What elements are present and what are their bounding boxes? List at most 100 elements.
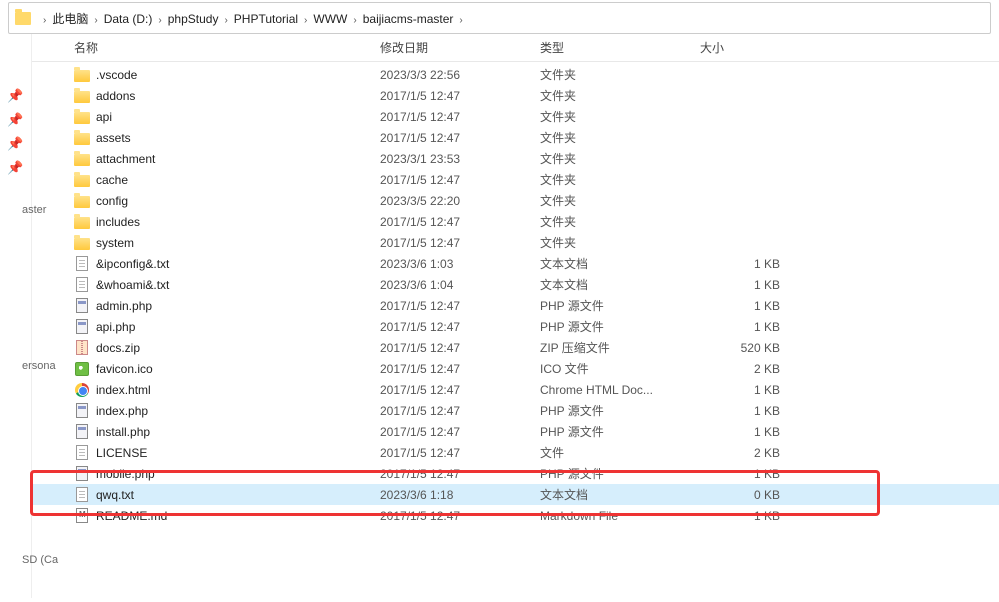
file-name: admin.php	[96, 299, 380, 313]
column-header-type[interactable]: 类型	[540, 39, 700, 56]
pin-icon: 📌	[0, 156, 31, 180]
folder-row[interactable]: includes2017/1/5 12:47文件夹	[32, 211, 999, 232]
file-row[interactable]: &ipconfig&.txt2023/3/6 1:03文本文档1 KB	[32, 253, 999, 274]
file-row[interactable]: install.php2017/1/5 12:47PHP 源文件1 KB	[32, 421, 999, 442]
column-header-name[interactable]: 名称	[74, 39, 380, 56]
file-date: 2023/3/6 1:03	[380, 257, 540, 271]
file-row[interactable]: LICENSE2017/1/5 12:47文件2 KB	[32, 442, 999, 463]
file-name: index.html	[96, 383, 380, 397]
file-row[interactable]: admin.php2017/1/5 12:47PHP 源文件1 KB	[32, 295, 999, 316]
file-date: 2017/1/5 12:47	[380, 404, 540, 418]
file-type: PHP 源文件	[540, 402, 700, 419]
file-name: index.php	[96, 404, 380, 418]
breadcrumb-separator-icon[interactable]: ›	[88, 15, 103, 26]
file-name: assets	[96, 131, 380, 145]
breadcrumb: ›此电脑›Data (D:)›phpStudy›PHPTutorial›WWW›…	[37, 10, 469, 27]
text-icon	[74, 445, 90, 461]
php-icon	[74, 466, 90, 482]
file-name: api.php	[96, 320, 380, 334]
column-header-date[interactable]: 修改日期	[380, 39, 540, 56]
file-type: 文件夹	[540, 192, 700, 209]
breadcrumb-item[interactable]: Data (D:)	[104, 12, 153, 26]
breadcrumb-item[interactable]: baijiacms-master	[363, 12, 454, 26]
file-size: 1 KB	[700, 425, 800, 439]
breadcrumb-separator-icon[interactable]: ›	[152, 15, 167, 26]
column-header-size[interactable]: 大小	[700, 39, 800, 56]
file-row[interactable]: docs.zip2017/1/5 12:47ZIP 压缩文件520 KB	[32, 337, 999, 358]
file-name: api	[96, 110, 380, 124]
file-type: 文本文档	[540, 276, 700, 293]
file-name: mobile.php	[96, 467, 380, 481]
file-row[interactable]: mobile.php2017/1/5 12:47PHP 源文件1 KB	[32, 463, 999, 484]
folder-icon	[15, 12, 31, 25]
file-type: Markdown File	[540, 509, 700, 523]
file-size: 0 KB	[700, 488, 800, 502]
file-type: ZIP 压缩文件	[540, 339, 700, 356]
file-row[interactable]: favicon.ico2017/1/5 12:47ICO 文件2 KB	[32, 358, 999, 379]
column-headers: 名称 修改日期 类型 大小	[32, 34, 999, 62]
file-name: cache	[96, 173, 380, 187]
folder-row[interactable]: assets2017/1/5 12:47文件夹	[32, 127, 999, 148]
file-name: .vscode	[96, 68, 380, 82]
breadcrumb-item[interactable]: 此电脑	[52, 12, 88, 26]
breadcrumb-separator-icon[interactable]: ›	[37, 15, 52, 26]
folder-icon	[74, 109, 90, 125]
breadcrumb-item[interactable]: WWW	[313, 12, 347, 26]
folder-row[interactable]: system2017/1/5 12:47文件夹	[32, 232, 999, 253]
file-date: 2023/3/6 1:04	[380, 278, 540, 292]
file-type: 文件夹	[540, 171, 700, 188]
php-icon	[74, 319, 90, 335]
file-date: 2023/3/3 22:56	[380, 68, 540, 82]
ico-icon	[74, 361, 90, 377]
file-date: 2017/1/5 12:47	[380, 215, 540, 229]
file-type: Chrome HTML Doc...	[540, 383, 700, 397]
file-row[interactable]: README.md2017/1/5 12:47Markdown File1 KB	[32, 505, 999, 526]
file-size: 1 KB	[700, 257, 800, 271]
file-type: 文件夹	[540, 87, 700, 104]
file-name: LICENSE	[96, 446, 380, 460]
folder-row[interactable]: addons2017/1/5 12:47文件夹	[32, 85, 999, 106]
pin-icon: 📌	[0, 84, 31, 108]
file-date: 2017/1/5 12:47	[380, 173, 540, 187]
file-name: &whoami&.txt	[96, 278, 380, 292]
folder-row[interactable]: .vscode2023/3/3 22:56文件夹	[32, 64, 999, 85]
md-icon	[74, 508, 90, 524]
file-date: 2017/1/5 12:47	[380, 467, 540, 481]
file-type: 文件	[540, 444, 700, 461]
file-date: 2017/1/5 12:47	[380, 320, 540, 334]
file-date: 2023/3/1 23:53	[380, 152, 540, 166]
file-type: 文件夹	[540, 66, 700, 83]
file-type: PHP 源文件	[540, 297, 700, 314]
breadcrumb-separator-icon[interactable]: ›	[347, 15, 362, 26]
file-row[interactable]: index.php2017/1/5 12:47PHP 源文件1 KB	[32, 400, 999, 421]
php-icon	[74, 403, 90, 419]
file-name: &ipconfig&.txt	[96, 257, 380, 271]
file-date: 2017/1/5 12:47	[380, 446, 540, 460]
folder-row[interactable]: api2017/1/5 12:47文件夹	[32, 106, 999, 127]
breadcrumb-separator-icon[interactable]: ›	[298, 15, 313, 26]
folder-row[interactable]: attachment2023/3/1 23:53文件夹	[32, 148, 999, 169]
folder-icon	[74, 151, 90, 167]
file-row[interactable]: api.php2017/1/5 12:47PHP 源文件1 KB	[32, 316, 999, 337]
file-row[interactable]: &whoami&.txt2023/3/6 1:04文本文档1 KB	[32, 274, 999, 295]
folder-row[interactable]: cache2017/1/5 12:47文件夹	[32, 169, 999, 190]
quick-access-sidebar: 📌 📌 📌 📌	[0, 34, 32, 598]
breadcrumb-separator-icon[interactable]: ›	[218, 15, 233, 26]
breadcrumb-item[interactable]: PHPTutorial	[234, 12, 298, 26]
folder-row[interactable]: config2023/3/5 22:20文件夹	[32, 190, 999, 211]
file-type: PHP 源文件	[540, 318, 700, 335]
file-type: 文件夹	[540, 108, 700, 125]
file-row[interactable]: qwq.txt2023/3/6 1:18文本文档0 KB	[32, 484, 999, 505]
file-size: 1 KB	[700, 278, 800, 292]
file-list: .vscode2023/3/3 22:56文件夹addons2017/1/5 1…	[32, 62, 999, 526]
folder-icon	[74, 88, 90, 104]
file-name: system	[96, 236, 380, 250]
file-name: docs.zip	[96, 341, 380, 355]
breadcrumb-item[interactable]: phpStudy	[168, 12, 219, 26]
file-row[interactable]: index.html2017/1/5 12:47Chrome HTML Doc.…	[32, 379, 999, 400]
breadcrumb-separator-icon[interactable]: ›	[453, 15, 468, 26]
file-date: 2023/3/6 1:18	[380, 488, 540, 502]
text-icon	[74, 487, 90, 503]
address-bar[interactable]: ›此电脑›Data (D:)›phpStudy›PHPTutorial›WWW›…	[8, 2, 991, 34]
file-date: 2017/1/5 12:47	[380, 383, 540, 397]
